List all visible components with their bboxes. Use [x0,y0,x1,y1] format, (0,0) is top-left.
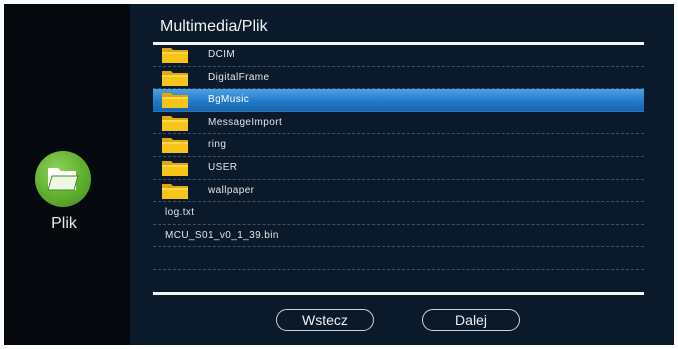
empty-row [153,270,644,293]
folder-row[interactable]: DCIM [153,44,644,67]
folder-icon [162,183,188,199]
folder-row[interactable]: USER [153,157,644,180]
item-name: log.txt [165,207,195,219]
folder-icon [162,115,188,131]
folder-icon [162,70,188,86]
folder-icon [162,47,188,63]
folder-row[interactable]: wallpaper [153,180,644,203]
folder-icon [162,160,188,176]
screen-frame: Plik Multimedia/Plik DCIM DigitalFrame BgM… [4,4,674,345]
folder-row[interactable]: DigitalFrame [153,67,644,90]
folder-icon [162,137,188,154]
item-name: BgMusic [208,94,250,106]
folder-row[interactable]: BgMusic [153,89,644,112]
file-browser: Multimedia/Plik DCIM DigitalFrame BgMusic M… [130,4,674,345]
item-name: DCIM [208,49,236,60]
item-name: ring [208,139,227,151]
path-title: Multimedia/Plik [160,18,268,35]
item-name: USER [208,161,238,173]
folder-row[interactable]: ring [153,134,644,157]
back-button[interactable]: Wstecz [276,309,374,331]
bottom-divider [153,292,644,295]
item-name: MCU_S01_v0_1_39.bin [165,229,279,241]
file-row[interactable]: log.txt [153,202,644,225]
folder-icon [35,151,91,207]
file-row[interactable]: MCU_S01_v0_1_39.bin [153,225,644,248]
empty-row [153,247,644,270]
sidebar-label: Plik [51,215,77,232]
file-list: DCIM DigitalFrame BgMusic MessageImport ring… [153,44,644,293]
folder-row[interactable]: MessageImport [153,112,644,135]
item-name: MessageImport [208,116,283,128]
folder-icon [162,92,188,109]
item-name: DigitalFrame [208,71,270,83]
item-name: wallpaper [208,184,255,196]
sidebar: Plik [4,4,130,345]
next-button[interactable]: Dalej [422,309,520,331]
